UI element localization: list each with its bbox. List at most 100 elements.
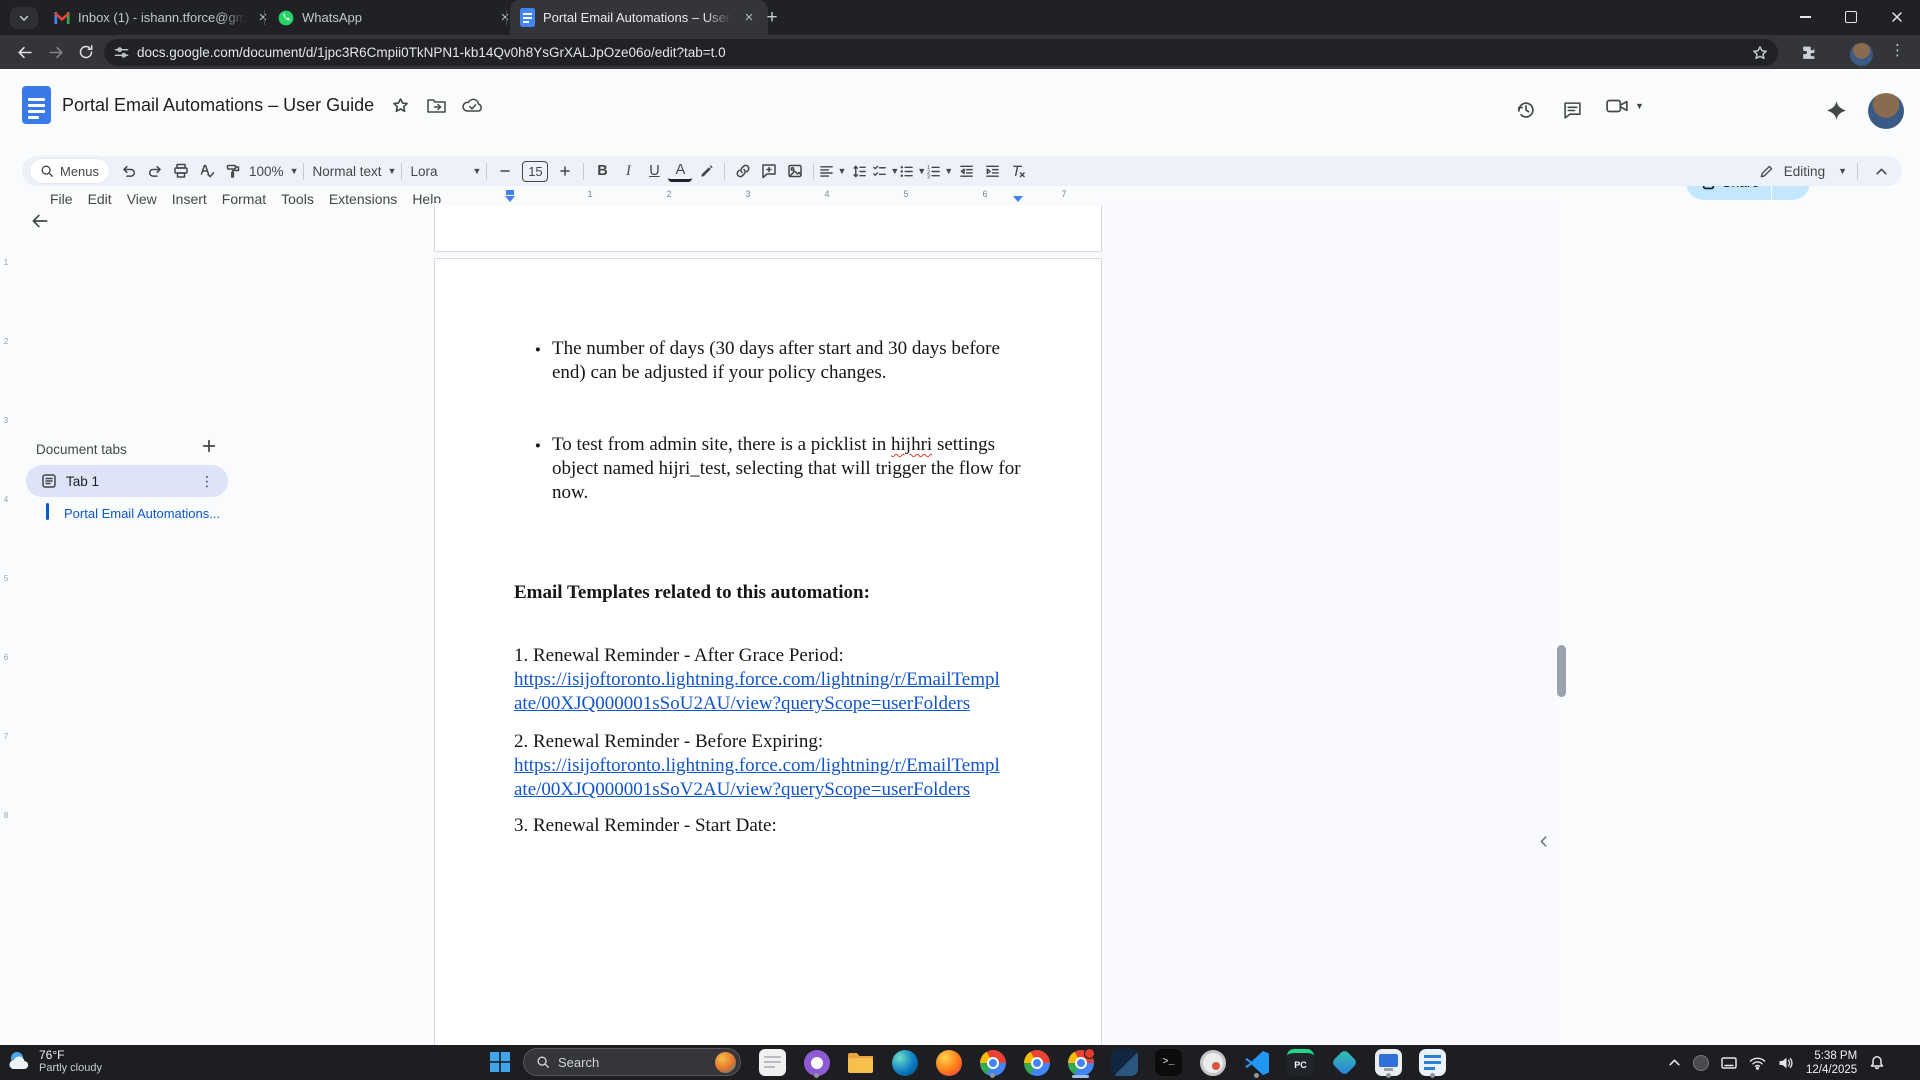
volume-icon[interactable] xyxy=(1778,1056,1794,1070)
address-bar[interactable]: docs.google.com/document/d/1jpc3R6Cmpii0… xyxy=(104,39,1778,66)
insert-image-button[interactable] xyxy=(783,159,807,183)
chrome-active-button[interactable] xyxy=(1065,1047,1096,1078)
doc-hyperlink[interactable]: https://isijoftoronto.lightning.force.co… xyxy=(514,668,1000,692)
chrome-profile2-button[interactable] xyxy=(1021,1047,1052,1078)
doc-hyperlink[interactable]: ate/00XJQ000001sSoV2AU/view?queryScope=u… xyxy=(514,778,970,802)
account-avatar[interactable] xyxy=(1868,93,1904,129)
doc-bullet-item[interactable]: To test from admin site, there is a pick… xyxy=(535,433,1201,505)
page-nav-chevron[interactable] xyxy=(1537,835,1550,853)
move-to-folder-button[interactable] xyxy=(424,93,448,117)
increase-indent-button[interactable] xyxy=(980,159,1004,183)
document-title[interactable]: Portal Email Automations – User Guide xyxy=(62,95,374,116)
taskbar-app-1[interactable] xyxy=(757,1047,788,1078)
menus-search-button[interactable]: Menus xyxy=(30,159,109,183)
taskbar-app-9[interactable] xyxy=(1109,1047,1140,1078)
window-minimize-button[interactable] xyxy=(1782,0,1828,34)
comments-button[interactable] xyxy=(1560,98,1584,122)
vscode-button[interactable] xyxy=(1241,1047,1272,1078)
hide-menus-button[interactable] xyxy=(1869,159,1893,183)
terminal-button[interactable]: >_ xyxy=(1153,1047,1184,1078)
join-call-button[interactable]: ▼ xyxy=(1606,98,1644,114)
bookmark-star-icon[interactable] xyxy=(1752,45,1768,61)
doc-list-item[interactable]: 2. Renewal Reminder - Before Expiring: xyxy=(514,730,823,754)
undo-button[interactable] xyxy=(117,159,141,183)
extensions-button[interactable] xyxy=(1794,38,1822,66)
back-button[interactable] xyxy=(10,38,38,66)
star-document-button[interactable] xyxy=(388,93,412,117)
keyboard-tray-icon[interactable] xyxy=(1721,1056,1737,1070)
document-status-button[interactable] xyxy=(460,93,484,117)
window-maximize-button[interactable] xyxy=(1828,0,1874,34)
google-docs-icon[interactable] xyxy=(22,86,51,124)
new-tab-button[interactable]: + xyxy=(760,6,784,30)
align-button[interactable]: ▼ xyxy=(819,164,846,179)
forward-button[interactable] xyxy=(42,38,70,66)
decrease-indent-button[interactable] xyxy=(954,159,978,183)
zoom-select[interactable]: 100%▼ xyxy=(246,164,298,179)
font-select[interactable]: Lora▼ xyxy=(407,164,481,179)
left-indent-marker[interactable] xyxy=(505,196,515,202)
right-indent-marker[interactable] xyxy=(1013,196,1023,202)
notifications-bell-icon[interactable] xyxy=(1869,1055,1885,1071)
underline-button[interactable]: U xyxy=(642,159,666,183)
tab-close-icon[interactable]: × xyxy=(740,9,758,27)
line-spacing-button[interactable] xyxy=(847,159,871,183)
document-page[interactable]: The number of days (30 days after start … xyxy=(434,258,1102,1046)
tray-app-icon[interactable] xyxy=(1693,1055,1709,1071)
vertical-scrollbar[interactable] xyxy=(1557,645,1566,697)
version-history-button[interactable] xyxy=(1514,98,1538,122)
redo-button[interactable] xyxy=(143,159,167,183)
bold-button[interactable]: B xyxy=(590,159,614,183)
browser-tab-whatsapp[interactable]: WhatsApp × xyxy=(268,0,524,35)
taskbar-app-2[interactable] xyxy=(801,1047,832,1078)
bulleted-list-button[interactable]: ▼ xyxy=(899,164,926,179)
add-tab-button[interactable] xyxy=(198,435,220,457)
print-button[interactable] xyxy=(169,159,193,183)
clear-formatting-button[interactable] xyxy=(1006,159,1030,183)
wifi-icon[interactable] xyxy=(1749,1056,1766,1070)
decrease-font-size-button[interactable] xyxy=(493,159,517,183)
doc-list-item[interactable]: 1. Renewal Reminder - After Grace Period… xyxy=(514,644,844,668)
insert-link-button[interactable] xyxy=(731,159,755,183)
first-line-indent-marker[interactable] xyxy=(506,190,514,195)
browser-profile-avatar[interactable] xyxy=(1850,43,1873,66)
firefox-button[interactable] xyxy=(933,1047,964,1078)
mode-select[interactable]: Editing ▼ xyxy=(1759,164,1847,179)
doc-bullet-item[interactable]: The number of days (30 days after start … xyxy=(535,337,1201,385)
paint-format-button[interactable] xyxy=(221,159,245,183)
highlight-color-button[interactable] xyxy=(694,159,718,183)
doc-hyperlink[interactable]: ate/00XJQ000001sSoU2AU/view?queryScope=u… xyxy=(514,692,970,716)
taskbar-app-14[interactable] xyxy=(1329,1047,1360,1078)
window-close-button[interactable] xyxy=(1874,0,1920,34)
taskbar-app-15[interactable] xyxy=(1373,1047,1404,1078)
browser-menu-button[interactable]: ⋮ xyxy=(1890,41,1905,59)
taskbar-search-box[interactable]: Search xyxy=(523,1048,741,1076)
start-button[interactable] xyxy=(489,1051,511,1073)
italic-button[interactable]: I xyxy=(616,159,640,183)
collapse-tabs-panel-button[interactable] xyxy=(30,211,54,235)
reload-button[interactable] xyxy=(72,38,100,66)
doc-hyperlink[interactable]: https://isijoftoronto.lightning.force.co… xyxy=(514,754,1000,778)
chrome-profile1-button[interactable] xyxy=(977,1047,1008,1078)
clock-widget[interactable]: 5:38 PM 12/4/2025 xyxy=(1806,1049,1857,1077)
tab-search-button[interactable] xyxy=(10,7,38,29)
gemini-button[interactable] xyxy=(1824,98,1848,122)
file-explorer-button[interactable] xyxy=(845,1047,876,1078)
tab-options-icon[interactable]: ⋮ xyxy=(200,473,214,490)
taskbar-app-11[interactable] xyxy=(1197,1047,1228,1078)
paragraph-style-select[interactable]: Normal text▼ xyxy=(309,164,396,179)
add-comment-button[interactable] xyxy=(757,159,781,183)
weather-widget[interactable]: 76°F Partly cloudy xyxy=(6,1048,102,1074)
numbered-list-button[interactable]: 123▼ xyxy=(926,164,953,179)
doc-heading[interactable]: Email Templates related to this automati… xyxy=(514,581,870,605)
browser-tab-docs-active[interactable]: Portal Email Automations – User Guide × xyxy=(510,0,768,35)
taskbar-app-16[interactable] xyxy=(1417,1047,1448,1078)
increase-font-size-button[interactable] xyxy=(553,159,577,183)
edge-button[interactable] xyxy=(889,1047,920,1078)
browser-tab-gmail[interactable]: Inbox (1) - ishann.tforce@gmail × xyxy=(44,0,282,35)
horizontal-ruler[interactable]: 1 2 3 4 5 6 7 xyxy=(432,188,1556,204)
spelling-check-button[interactable] xyxy=(195,159,219,183)
font-size-input[interactable]: 15 xyxy=(522,161,548,182)
pycharm-button[interactable]: PC xyxy=(1285,1047,1316,1078)
checklist-button[interactable]: ▼ xyxy=(872,164,899,179)
